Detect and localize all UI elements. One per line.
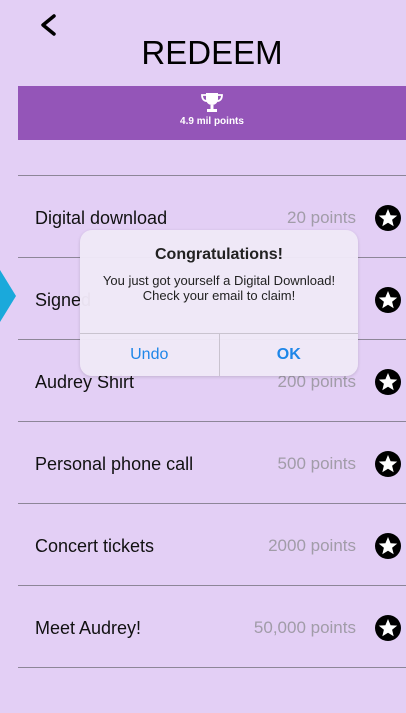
page-title: REDEEM	[141, 34, 283, 71]
pointer-arrow-icon	[0, 270, 16, 322]
dialog-title: Congratulations!	[155, 246, 283, 263]
star-icon[interactable]	[374, 368, 402, 396]
reward-cost: 2000 points	[268, 536, 356, 555]
congratulations-dialog: Congratulations! You just got yourself a…	[80, 230, 358, 376]
reward-cost: 500 points	[277, 454, 356, 473]
points-banner: 4.9 mil points	[18, 86, 406, 140]
reward-name: Digital download	[35, 208, 168, 228]
reward-row-personal-phone-call[interactable]: Personal phone call 500 points	[18, 421, 406, 503]
star-icon[interactable]	[374, 614, 402, 642]
ok-button[interactable]: OK	[218, 334, 359, 376]
star-icon[interactable]	[374, 532, 402, 560]
reward-row-meet-audrey[interactable]: Meet Audrey! 50,000 points	[18, 585, 406, 668]
star-icon[interactable]	[374, 450, 402, 478]
undo-button[interactable]: Undo	[80, 334, 219, 376]
reward-row-concert-tickets[interactable]: Concert tickets 2000 points	[18, 503, 406, 585]
reward-cost: 20 points	[287, 208, 356, 227]
star-icon[interactable]	[374, 286, 402, 314]
star-icon[interactable]	[374, 204, 402, 232]
dialog-buttons: Undo OK	[80, 333, 358, 376]
trophy-icon	[201, 93, 223, 112]
dialog-message: You just got yourself a Digital Download…	[102, 273, 336, 303]
reward-name: Meet Audrey!	[35, 618, 142, 638]
reward-name: Concert tickets	[35, 536, 155, 556]
reward-name: Personal phone call	[35, 454, 194, 474]
points-balance: 4.9 mil points	[180, 116, 244, 127]
reward-cost: 50,000 points	[253, 618, 356, 637]
